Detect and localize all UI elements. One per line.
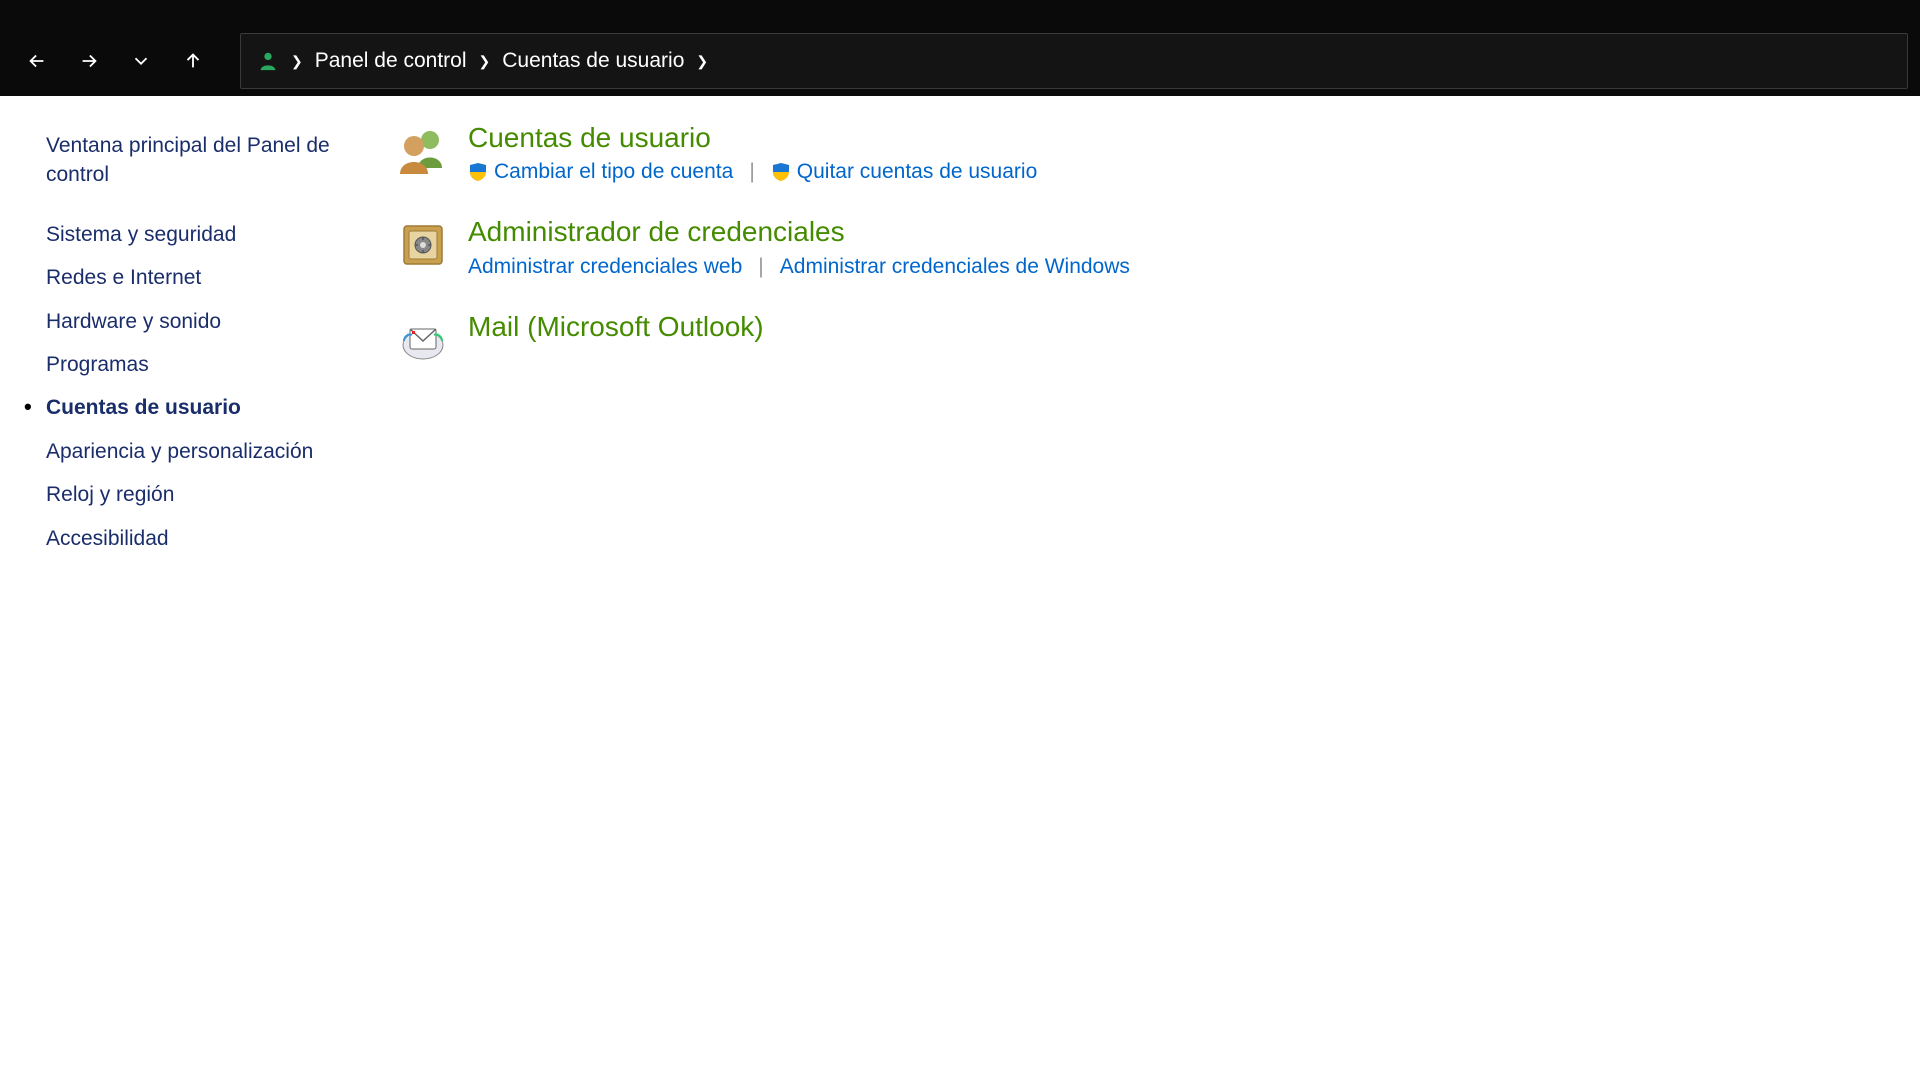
- category-title-mail-outlook[interactable]: Mail (Microsoft Outlook): [468, 309, 1880, 345]
- sidebar-item-hardware-sound[interactable]: Hardware y sonido: [46, 300, 360, 343]
- category-title-credential-manager[interactable]: Administrador de credenciales: [468, 214, 1880, 250]
- up-button[interactable]: [168, 36, 218, 86]
- category-body: Mail (Microsoft Outlook): [468, 309, 1880, 367]
- window-titlebar: [0, 0, 1920, 26]
- category-credential-manager: Administrador de credenciales Administra…: [396, 214, 1880, 278]
- chevron-right-icon: ❯: [696, 53, 708, 70]
- arrow-left-icon: [26, 50, 48, 72]
- category-body: Administrador de credenciales Administra…: [468, 214, 1880, 278]
- main-content: Cuentas de usuario Cambiar el tipo de cu…: [380, 116, 1920, 560]
- sidebar-item-user-accounts[interactable]: Cuentas de usuario: [46, 386, 360, 429]
- link-label: Administrar credenciales de Windows: [780, 255, 1130, 279]
- mail-icon: [396, 313, 450, 367]
- sidebar-item-programs[interactable]: Programas: [46, 343, 360, 386]
- link-label: Quitar cuentas de usuario: [797, 160, 1037, 184]
- sidebar-item-system-security[interactable]: Sistema y seguridad: [46, 213, 360, 256]
- breadcrumb: ❯ Panel de control ❯ Cuentas de usuario …: [291, 49, 708, 73]
- chevron-right-icon: ❯: [479, 53, 491, 70]
- sidebar-item-network-internet[interactable]: Redes e Internet: [46, 256, 360, 299]
- address-bar[interactable]: ❯ Panel de control ❯ Cuentas de usuario …: [240, 33, 1908, 89]
- history-dropdown-button[interactable]: [116, 36, 166, 86]
- back-button[interactable]: [12, 36, 62, 86]
- forward-button[interactable]: [64, 36, 114, 86]
- breadcrumb-root[interactable]: Panel de control: [315, 49, 467, 73]
- link-label: Administrar credenciales web: [468, 255, 742, 279]
- sidebar-home-link[interactable]: Ventana principal del Panel de control: [46, 124, 360, 197]
- link-label: Cambiar el tipo de cuenta: [494, 160, 733, 184]
- sidebar-item-accessibility[interactable]: Accesibilidad: [46, 517, 360, 560]
- sidebar: Ventana principal del Panel de control S…: [0, 116, 380, 560]
- shield-icon: [468, 162, 488, 182]
- arrow-right-icon: [78, 50, 100, 72]
- category-links: Cambiar el tipo de cuenta | Quitar cuent…: [468, 160, 1880, 184]
- category-links: Administrar credenciales web | Administr…: [468, 255, 1880, 279]
- safe-icon: [396, 218, 450, 272]
- link-manage-windows-credentials[interactable]: Administrar credenciales de Windows: [780, 255, 1130, 279]
- sidebar-item-clock-region[interactable]: Reloj y región: [46, 473, 360, 516]
- navigation-toolbar: ❯ Panel de control ❯ Cuentas de usuario …: [0, 26, 1920, 96]
- category-user-accounts: Cuentas de usuario Cambiar el tipo de cu…: [396, 120, 1880, 184]
- link-remove-user-accounts[interactable]: Quitar cuentas de usuario: [771, 160, 1037, 184]
- users-icon: [396, 124, 450, 178]
- link-manage-web-credentials[interactable]: Administrar credenciales web: [468, 255, 742, 279]
- arrow-up-icon: [182, 50, 204, 72]
- link-change-account-type[interactable]: Cambiar el tipo de cuenta: [468, 160, 733, 184]
- chevron-down-icon: [130, 50, 152, 72]
- sidebar-item-appearance[interactable]: Apariencia y personalización: [46, 430, 360, 473]
- category-body: Cuentas de usuario Cambiar el tipo de cu…: [468, 120, 1880, 184]
- content-area: Ventana principal del Panel de control S…: [0, 96, 1920, 560]
- link-separator: |: [758, 255, 763, 279]
- chevron-right-icon: ❯: [291, 53, 303, 70]
- user-icon: [257, 50, 279, 72]
- category-mail-outlook: Mail (Microsoft Outlook): [396, 309, 1880, 367]
- breadcrumb-current[interactable]: Cuentas de usuario: [502, 49, 684, 73]
- category-title-user-accounts[interactable]: Cuentas de usuario: [468, 120, 1880, 156]
- shield-icon: [771, 162, 791, 182]
- link-separator: |: [749, 160, 754, 184]
